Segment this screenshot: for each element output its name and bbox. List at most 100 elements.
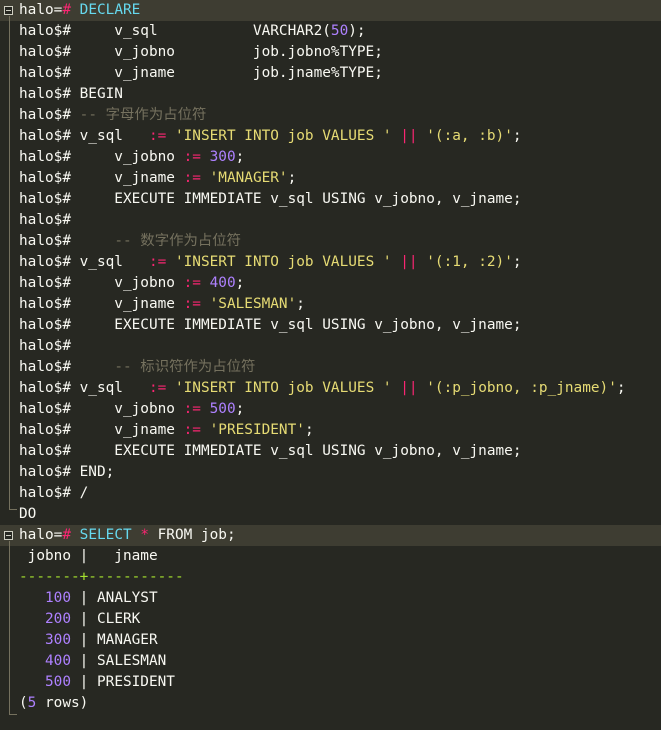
code-token: := xyxy=(183,275,201,291)
terminal-line: halo$# BEGIN xyxy=(19,84,123,105)
code-token: 50 xyxy=(330,23,349,39)
code-token: 'INSERT INTO job VALUES ' xyxy=(174,380,392,396)
terminal-line: 300 | MANAGER xyxy=(19,630,158,651)
code-token: '(:p_jobno, :p_jname)' xyxy=(426,380,617,396)
collapse-icon[interactable] xyxy=(4,6,13,15)
terminal-line: halo$# v_jobno job.jobno%TYPE; xyxy=(19,42,383,63)
code-token: || xyxy=(400,128,418,144)
code-token: halo$# v_jobno job.jobno%TYPE; xyxy=(19,44,383,60)
code-token: || xyxy=(400,380,418,396)
code-token: 400 xyxy=(209,275,236,291)
code-token: := xyxy=(148,128,167,144)
code-token: 100 xyxy=(45,590,71,606)
code-token: FROM job; xyxy=(148,527,236,543)
code-token: halo$# v_jname xyxy=(19,296,184,312)
code-token: 'PRESIDENT' xyxy=(209,422,305,438)
code-token: := xyxy=(183,401,201,417)
code-token: # xyxy=(62,2,71,18)
code-token: DO xyxy=(19,506,37,522)
code-token: VARCHAR2( xyxy=(252,23,331,39)
code-token: halo$# v_sql xyxy=(19,254,149,270)
code-token: halo$# xyxy=(19,107,80,123)
code-token: 'INSERT INTO job VALUES ' xyxy=(174,254,392,270)
terminal-line: halo$# END; xyxy=(19,462,114,483)
code-token: halo$# END; xyxy=(19,464,115,480)
code-token: 200 xyxy=(45,611,71,627)
code-token: | SALESMAN xyxy=(71,653,167,669)
code-token: -- 字母作为占位符 xyxy=(79,107,207,123)
terminal-line: jobno | jname xyxy=(19,546,158,567)
code-token: ; xyxy=(616,380,626,396)
terminal-line: 100 | ANALYST xyxy=(19,588,158,609)
fold-guide-end xyxy=(9,509,17,510)
terminal-line: halo$# v_sql := 'INSERT INTO job VALUES … xyxy=(19,378,626,399)
code-token: 'INSERT INTO job VALUES ' xyxy=(174,128,392,144)
code-token: -------+----------- xyxy=(19,569,184,585)
terminal-window[interactable]: halo=# DECLARE halo$# v_sql VARCHAR2(50);… xyxy=(0,0,661,730)
code-token: := xyxy=(148,380,167,396)
code-token: := xyxy=(183,170,201,186)
terminal-line: halo$# v_jname := 'PRESIDENT'; xyxy=(19,420,314,441)
terminal-line: halo$# v_jobno := 500; xyxy=(19,399,244,420)
terminal-line: halo=# SELECT * FROM job; xyxy=(19,525,236,546)
code-token: halo$# xyxy=(19,338,71,354)
code-token: | CLERK xyxy=(71,611,141,627)
code-token: ); xyxy=(348,23,366,39)
terminal-line: (5 rows) xyxy=(19,693,88,714)
code-token: halo$# v_jobno xyxy=(19,275,184,291)
code-token: -- 标识符作为占位符 xyxy=(114,359,256,375)
code-token: := xyxy=(183,149,201,165)
code-token: halo$# v_jname xyxy=(19,422,184,438)
terminal-line: 500 | PRESIDENT xyxy=(19,672,175,693)
code-token: := xyxy=(183,422,201,438)
terminal-line: halo$# v_sql := 'INSERT INTO job VALUES … xyxy=(19,126,522,147)
code-token: 'SALESMAN' xyxy=(209,296,297,312)
code-token: halo$# v_jname xyxy=(19,170,184,186)
terminal-line: halo$# -- 字母作为占位符 xyxy=(19,105,206,126)
fold-guide-end xyxy=(9,714,17,715)
terminal-line: halo$# -- 标识符作为占位符 xyxy=(19,357,255,378)
terminal-line: halo$# EXECUTE IMMEDIATE v_sql USING v_j… xyxy=(19,441,522,462)
code-token: halo$# EXECUTE IMMEDIATE v_sql USING v_j… xyxy=(19,191,522,207)
code-token: ( xyxy=(19,695,28,711)
terminal-line: halo$# / xyxy=(19,483,88,504)
terminal-line: halo$# v_jname job.jname%TYPE; xyxy=(19,63,383,84)
code-token: ; xyxy=(235,275,245,291)
code-token: halo$# v_jname job.jname%TYPE; xyxy=(19,65,383,81)
terminal-line: halo$# v_sql VARCHAR2(50); xyxy=(19,21,366,42)
code-token: ; xyxy=(287,170,297,186)
terminal-line: 200 | CLERK xyxy=(19,609,140,630)
code-token: || xyxy=(400,254,418,270)
code-token: '(:a, :b)' xyxy=(426,128,513,144)
terminal-line: halo$# v_jobno := 300; xyxy=(19,147,244,168)
code-token: halo$# EXECUTE IMMEDIATE v_sql USING v_j… xyxy=(19,317,522,333)
terminal-line: DO xyxy=(19,504,36,525)
terminal-line: halo$# v_sql := 'INSERT INTO job VALUES … xyxy=(19,252,522,273)
code-token: DECLARE xyxy=(71,2,141,18)
fold-guide-line xyxy=(9,16,10,509)
code-token: halo$# v_sql xyxy=(19,380,149,396)
code-token: ; xyxy=(304,422,314,438)
terminal-line: halo$# EXECUTE IMMEDIATE v_sql USING v_j… xyxy=(19,189,522,210)
collapse-icon[interactable] xyxy=(4,531,13,540)
code-token: * xyxy=(140,527,149,543)
code-token: halo$# xyxy=(19,212,71,228)
code-token: -- 数字作为占位符 xyxy=(114,233,242,249)
code-token: halo$# v_jobno xyxy=(19,149,184,165)
